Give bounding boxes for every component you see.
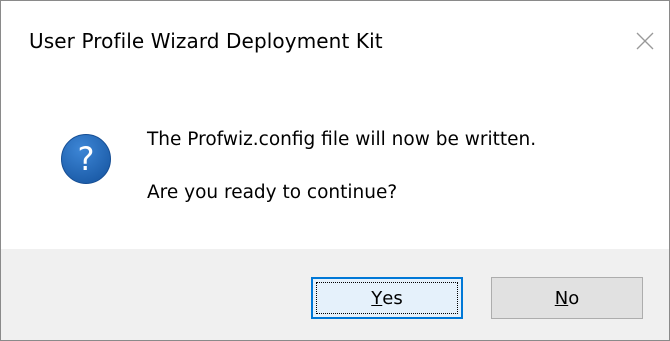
message-text-line2: Are you ready to continue? [147, 182, 398, 203]
close-button[interactable] [621, 17, 669, 65]
title-bar: User Profile Wizard Deployment Kit [1, 1, 669, 81]
yes-accelerator: Y [371, 287, 383, 309]
dialog-title: User Profile Wizard Deployment Kit [29, 29, 383, 53]
message-dialog: User Profile Wizard Deployment Kit ? The… [0, 0, 670, 341]
close-icon [635, 31, 655, 51]
question-icon: ? [60, 133, 112, 185]
question-glyph: ? [78, 140, 95, 178]
no-label-rest: o [568, 287, 580, 309]
no-accelerator: N [554, 287, 569, 309]
dialog-content: ? The Profwiz.config file will now be wr… [1, 81, 669, 249]
message-text-line1: The Profwiz.config file will now be writ… [147, 129, 537, 150]
button-bar: Yes No [1, 249, 669, 340]
no-button[interactable]: No [491, 277, 643, 319]
yes-button[interactable]: Yes [311, 277, 463, 319]
yes-label-rest: es [382, 287, 403, 309]
